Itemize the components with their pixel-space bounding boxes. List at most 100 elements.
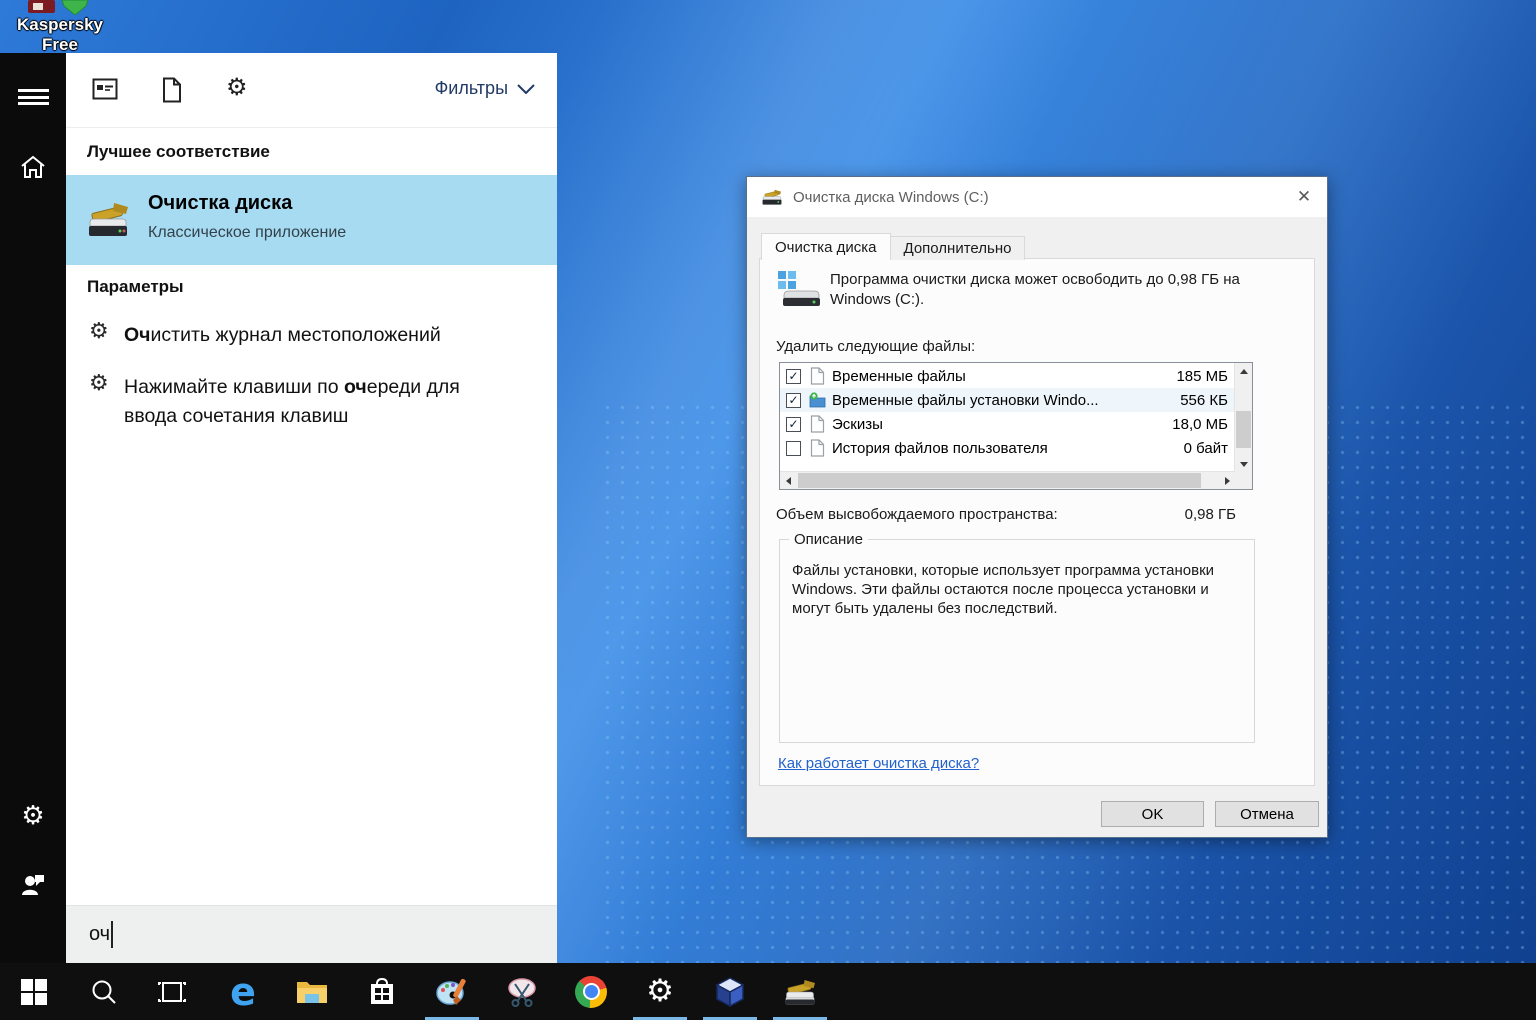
file-name: Эскизы bbox=[832, 416, 1166, 433]
disk-cleanup-taskbar-button[interactable] bbox=[772, 963, 828, 1020]
cancel-button[interactable]: Отмена bbox=[1215, 801, 1319, 827]
best-match-header: Лучшее соответствие bbox=[87, 142, 270, 162]
file-row-user-file-history[interactable]: История файлов пользователя 0 байт bbox=[780, 436, 1235, 460]
close-icon: ✕ bbox=[1297, 187, 1311, 207]
filter-settings-button[interactable]: ⚙ bbox=[226, 75, 248, 100]
option-press-keys-sequence[interactable]: ⚙ Нажимайте клавиши по очереди для ввода… bbox=[66, 373, 557, 443]
horizontal-scroll-thumb[interactable] bbox=[798, 473, 1201, 488]
task-view-button[interactable] bbox=[144, 963, 200, 1020]
document-filter-icon bbox=[161, 77, 183, 103]
search-input-value: оч bbox=[89, 923, 110, 946]
file-size: 185 МБ bbox=[1166, 368, 1235, 385]
checkbox-checked[interactable]: ✓ bbox=[786, 369, 801, 384]
file-row-temp-files[interactable]: ✓ Временные файлы 185 МБ bbox=[780, 364, 1235, 388]
search-input[interactable]: оч bbox=[66, 905, 557, 963]
start-button[interactable] bbox=[6, 963, 62, 1020]
paint-button[interactable] bbox=[424, 963, 480, 1020]
horizontal-scrollbar[interactable] bbox=[780, 471, 1235, 489]
scroll-down-button[interactable] bbox=[1235, 456, 1252, 472]
scrollbar-corner bbox=[1235, 472, 1252, 489]
file-page-icon bbox=[809, 415, 826, 433]
scroll-right-button[interactable] bbox=[1219, 472, 1235, 489]
dialog-tab-page: Программа очистки диска может освободить… bbox=[759, 258, 1315, 786]
file-page-icon bbox=[809, 439, 826, 457]
tab-disk-cleanup[interactable]: Очистка диска bbox=[761, 233, 891, 260]
free-space-label: Объем высвобождаемого пространства: bbox=[776, 506, 1058, 523]
how-disk-cleanup-works-link[interactable]: Как работает очистка диска? bbox=[778, 755, 979, 772]
taskbar-search-button[interactable] bbox=[76, 963, 132, 1020]
settings-rail-button[interactable]: ⚙ bbox=[0, 790, 66, 842]
dialog-title: Очистка диска Windows (C:) bbox=[793, 189, 989, 206]
store-icon bbox=[367, 977, 397, 1007]
kaspersky-desktop-icon[interactable]: Kaspersky Free bbox=[8, 0, 112, 55]
virtualbox-button[interactable] bbox=[702, 963, 758, 1020]
filters-dropdown[interactable]: Фильтры bbox=[435, 78, 535, 99]
ok-button[interactable]: OK bbox=[1101, 801, 1204, 827]
store-button[interactable] bbox=[354, 963, 410, 1020]
files-rows: ✓ Временные файлы 185 МБ ✓ bbox=[780, 364, 1235, 472]
arrow-down-icon bbox=[1240, 462, 1248, 467]
gear-icon: ⚙ bbox=[21, 803, 44, 829]
filter-bar: ⚙ Фильтры bbox=[66, 53, 557, 128]
file-name: История файлов пользователя bbox=[832, 440, 1166, 457]
dialog-titlebar[interactable]: Очистка диска Windows (C:) ✕ bbox=[747, 177, 1327, 217]
chrome-icon bbox=[575, 976, 607, 1008]
disk-drive-icon bbox=[776, 269, 822, 307]
scroll-left-button[interactable] bbox=[780, 472, 796, 489]
feedback-button[interactable] bbox=[0, 858, 66, 910]
file-size: 0 байт bbox=[1166, 440, 1235, 457]
search-flyout-panel: ⚙ Фильтры Лучшее соответствие Очистка ди… bbox=[66, 53, 557, 963]
kaspersky-icon bbox=[26, 0, 94, 15]
snipping-tool-button[interactable] bbox=[494, 963, 550, 1020]
file-row-windows-setup-files[interactable]: ✓ Временные файлы установки Windo... 556… bbox=[780, 388, 1235, 412]
filter-documents-button[interactable] bbox=[161, 77, 183, 108]
arrow-up-icon bbox=[1240, 369, 1248, 374]
task-view-icon bbox=[156, 980, 188, 1004]
settings-button[interactable]: ⚙ bbox=[632, 963, 688, 1020]
checkbox-checked[interactable]: ✓ bbox=[786, 417, 801, 432]
file-size: 18,0 МБ bbox=[1166, 416, 1235, 433]
scroll-up-button[interactable] bbox=[1235, 363, 1252, 379]
hamburger-menu-button[interactable] bbox=[0, 71, 66, 123]
vertical-scrollbar[interactable] bbox=[1234, 363, 1252, 472]
file-row-thumbnails[interactable]: ✓ Эскизы 18,0 МБ bbox=[780, 412, 1235, 436]
option-text: Очистить журнал местоположений bbox=[124, 321, 514, 350]
check-mark: ✓ bbox=[788, 369, 798, 383]
apps-filter-icon bbox=[92, 77, 118, 101]
taskbar: e bbox=[0, 963, 1536, 1020]
vertical-scroll-thumb[interactable] bbox=[1236, 411, 1251, 448]
checkbox-unchecked[interactable] bbox=[786, 441, 801, 456]
gear-filter-icon: ⚙ bbox=[226, 73, 248, 101]
description-header: Описание bbox=[789, 531, 868, 548]
folder-update-icon bbox=[809, 391, 826, 409]
home-button[interactable] bbox=[0, 141, 66, 193]
file-name: Временные файлы установки Windo... bbox=[832, 392, 1166, 409]
dialog-intro-text: Программа очистки диска может освободить… bbox=[830, 270, 1300, 310]
files-listbox: ✓ Временные файлы 185 МБ ✓ bbox=[779, 362, 1253, 490]
gear-icon: ⚙ bbox=[89, 321, 109, 343]
arrow-right-icon bbox=[1225, 477, 1230, 485]
filter-apps-button[interactable] bbox=[92, 77, 118, 106]
close-button[interactable]: ✕ bbox=[1281, 177, 1327, 217]
dialog-tabs: Очистка диска Дополнительно bbox=[761, 233, 1025, 260]
text-caret bbox=[111, 921, 113, 948]
tab-more-options[interactable]: Дополнительно bbox=[891, 236, 1026, 260]
chrome-button[interactable] bbox=[563, 963, 619, 1020]
arrow-left-icon bbox=[786, 477, 791, 485]
desktop: Kaspersky Free ⚙ bbox=[0, 0, 1536, 1020]
gear-icon: ⚙ bbox=[89, 373, 109, 395]
feedback-person-icon bbox=[20, 871, 46, 897]
search-flyout-rail: ⚙ bbox=[0, 53, 66, 963]
file-size: 556 КБ bbox=[1166, 392, 1235, 409]
disk-cleanup-icon bbox=[782, 976, 818, 1008]
best-match-result[interactable]: Очистка диска Классическое приложение bbox=[66, 175, 557, 265]
edge-button[interactable]: e bbox=[215, 963, 271, 1020]
files-list-label: Удалить следующие файлы: bbox=[776, 338, 975, 355]
gear-icon: ⚙ bbox=[646, 976, 674, 1007]
free-space-value: 0,98 ГБ bbox=[1185, 506, 1236, 523]
option-clear-location-history[interactable]: ⚙ Очистить журнал местоположений bbox=[66, 321, 557, 363]
checkbox-checked[interactable]: ✓ bbox=[786, 393, 801, 408]
match-highlight: оч bbox=[344, 376, 367, 398]
file-explorer-button[interactable] bbox=[284, 963, 340, 1020]
params-header: Параметры bbox=[87, 277, 184, 297]
